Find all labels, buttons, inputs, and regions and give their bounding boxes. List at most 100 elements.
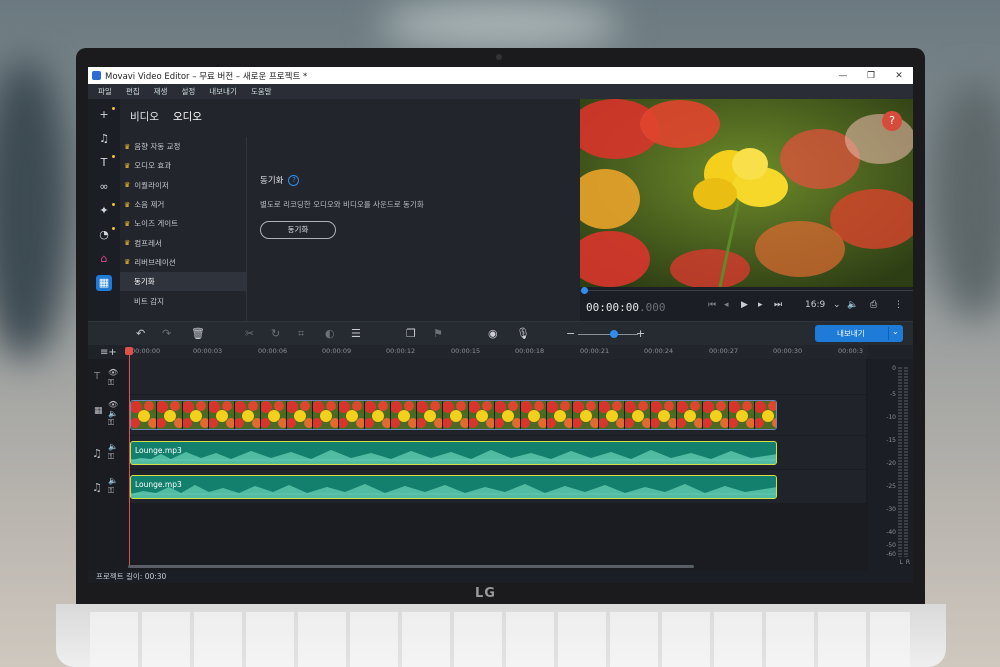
close-button[interactable]: ✕ bbox=[885, 71, 913, 81]
video-preview[interactable]: ? bbox=[580, 99, 913, 287]
volume-icon[interactable]: 🔈 bbox=[108, 442, 118, 451]
apps-icon[interactable]: ▦ bbox=[96, 275, 112, 291]
status-bar: 프로젝트 길이: 00:30 bbox=[88, 571, 868, 583]
video-clip[interactable] bbox=[130, 400, 777, 430]
zoom-out-icon[interactable]: − bbox=[566, 327, 575, 340]
crown-icon: ♛ bbox=[124, 142, 131, 151]
zoom-slider[interactable] bbox=[578, 334, 638, 335]
menu-playback[interactable]: 재생 bbox=[154, 86, 168, 97]
plus-icon[interactable]: + bbox=[96, 107, 112, 123]
laptop-logo: LG bbox=[475, 586, 496, 601]
tab-video[interactable]: 비디오 bbox=[130, 109, 159, 124]
tab-audio[interactable]: 오디오 bbox=[173, 109, 202, 124]
channel-label: R bbox=[905, 559, 910, 566]
menu-settings[interactable]: 설정 bbox=[181, 86, 195, 97]
microphone-icon[interactable]: 🎙 bbox=[516, 327, 530, 340]
left-toolbar: + ♫ T ∞ ✦ ◔ ⌂ ▦ bbox=[88, 99, 120, 321]
window-title: Movavi Video Editor – 무료 버전 – 새로운 프로젝트 * bbox=[105, 71, 308, 82]
rotate-icon[interactable]: ↻ bbox=[271, 327, 280, 340]
premium-dot bbox=[112, 203, 115, 206]
text-icon[interactable]: T bbox=[96, 155, 112, 171]
text-icon: T bbox=[94, 371, 101, 382]
eye-icon[interactable]: 👁 bbox=[108, 400, 118, 409]
volume-icon[interactable]: 🔈 bbox=[847, 300, 858, 310]
title-track[interactable] bbox=[128, 359, 866, 394]
list-item[interactable]: ♛ 음향 자동 교정 bbox=[120, 137, 246, 156]
list-item[interactable]: ♛ 리버브레이션 bbox=[120, 253, 246, 272]
flag-icon[interactable]: ⚑ bbox=[433, 327, 443, 340]
list-item-selected[interactable]: 동기화 bbox=[120, 272, 246, 292]
music-note-icon[interactable]: ♫ bbox=[96, 131, 112, 147]
list-item[interactable]: ♛ 컴프레서 bbox=[120, 233, 246, 252]
transition-icon[interactable]: ∞ bbox=[96, 179, 112, 195]
chevron-down-icon[interactable]: ⌄ bbox=[892, 327, 899, 336]
eye-icon[interactable]: 👁 bbox=[108, 368, 118, 377]
menu-file[interactable]: 파일 bbox=[98, 86, 112, 97]
overlay-icon[interactable]: ❐ bbox=[406, 327, 416, 340]
camera-icon[interactable]: ⎙ bbox=[870, 300, 877, 310]
tick-label: 00:00:00 bbox=[131, 347, 161, 355]
more-icon[interactable]: ⋮ bbox=[894, 300, 903, 310]
lock-icon[interactable]: ⚿ bbox=[108, 378, 114, 388]
tick-label: 00:00:27 bbox=[709, 347, 739, 355]
effects-panel: 비디오 오디오 ♛ 음향 자동 교정 ♛ 오디오 효과 ♛ 이퀄라이저 ♛ 소음 제거 … bbox=[120, 99, 580, 321]
scissors-icon[interactable]: ✂ bbox=[245, 327, 254, 340]
aspect-ratio-select[interactable]: 16:9 bbox=[805, 300, 825, 310]
gift-icon[interactable]: ⌂ bbox=[96, 251, 112, 267]
scrubber-track[interactable] bbox=[580, 290, 913, 291]
tick-label: 00:00:3 bbox=[838, 347, 864, 355]
list-item[interactable]: 비트 감지 bbox=[120, 291, 246, 310]
skip-start-icon[interactable]: ⏮ bbox=[708, 300, 716, 310]
sticker-icon[interactable]: ◔ bbox=[96, 227, 112, 243]
meter-bar-left bbox=[898, 367, 902, 557]
meter-label: -10 bbox=[886, 414, 896, 421]
lock-icon[interactable]: ⚿ bbox=[108, 452, 114, 462]
meter-label: -20 bbox=[886, 460, 896, 467]
meter-label: -15 bbox=[886, 437, 896, 444]
zoom-slider-handle[interactable] bbox=[610, 330, 618, 338]
timeline-scrollbar[interactable] bbox=[128, 565, 694, 568]
trash-icon[interactable]: 🗑 bbox=[191, 327, 205, 340]
color-adjust-icon[interactable]: ◐ bbox=[325, 327, 335, 340]
list-item[interactable]: ♛ 노이즈 게이트 bbox=[120, 214, 246, 233]
scrubber-handle[interactable] bbox=[581, 287, 588, 294]
app-logo-icon bbox=[92, 71, 101, 80]
list-item[interactable]: ♛ 오디오 효과 bbox=[120, 156, 246, 175]
volume-icon[interactable]: 🔈 bbox=[108, 476, 118, 485]
volume-icon[interactable]: 🔈 bbox=[108, 409, 118, 418]
list-item[interactable]: ♛ 이퀄라이저 bbox=[120, 176, 246, 195]
playhead[interactable] bbox=[129, 347, 130, 567]
timeline-ruler[interactable]: 00:00:00 00:00:03 00:00:06 00:00:09 00:0… bbox=[128, 345, 868, 359]
zoom-in-icon[interactable]: + bbox=[636, 327, 645, 340]
clip-properties-icon[interactable]: ☰ bbox=[351, 327, 361, 340]
skip-end-icon[interactable]: ⏭ bbox=[774, 300, 782, 310]
lock-icon[interactable]: ⚿ bbox=[108, 486, 114, 496]
next-frame-icon[interactable]: ▸ bbox=[758, 300, 763, 310]
magic-wand-icon[interactable]: ✦ bbox=[96, 203, 112, 219]
list-item[interactable]: ♛ 소음 제거 bbox=[120, 195, 246, 214]
playhead-handle[interactable] bbox=[125, 347, 133, 355]
meter-label: -25 bbox=[886, 483, 896, 490]
webcam-record-icon[interactable]: ◉ bbox=[488, 327, 498, 340]
audio-clip[interactable]: Lounge.mp3 bbox=[130, 475, 777, 499]
redo-icon[interactable]: ↷ bbox=[162, 327, 171, 340]
audio-clip[interactable]: Lounge.mp3 bbox=[130, 441, 777, 465]
timeline-toolbar: ↶ ↷ 🗑 ✂ ↻ ⌗ ◐ ☰ ❐ ⚑ ◉ 🎙 − + 내보내기 ⌄ bbox=[88, 321, 913, 345]
help-icon[interactable]: ? bbox=[288, 174, 300, 186]
maximize-button[interactable]: ❐ bbox=[857, 71, 885, 81]
sync-button[interactable]: 동기화 bbox=[260, 221, 336, 239]
crop-icon[interactable]: ⌗ bbox=[298, 327, 304, 341]
effects-list: ♛ 음향 자동 교정 ♛ 오디오 효과 ♛ 이퀄라이저 ♛ 소음 제거 ♛ 노이즈 게이트… bbox=[120, 137, 246, 311]
menu-edit[interactable]: 편집 bbox=[126, 86, 140, 97]
menu-help[interactable]: 도움말 bbox=[251, 86, 272, 97]
minimize-button[interactable]: — bbox=[829, 71, 857, 81]
lock-icon[interactable]: ⚿ bbox=[108, 418, 114, 428]
prev-frame-icon[interactable]: ◂ bbox=[724, 300, 729, 310]
undo-icon[interactable]: ↶ bbox=[136, 327, 145, 340]
menu-export[interactable]: 내보내기 bbox=[209, 86, 237, 97]
chevron-down-icon[interactable]: ⌄ bbox=[833, 300, 841, 310]
play-icon[interactable]: ▶ bbox=[741, 300, 748, 310]
help-badge-icon[interactable]: ? bbox=[882, 111, 902, 131]
add-track-icon[interactable]: ≡+ bbox=[100, 347, 117, 358]
export-button[interactable]: 내보내기 ⌄ bbox=[815, 325, 903, 342]
